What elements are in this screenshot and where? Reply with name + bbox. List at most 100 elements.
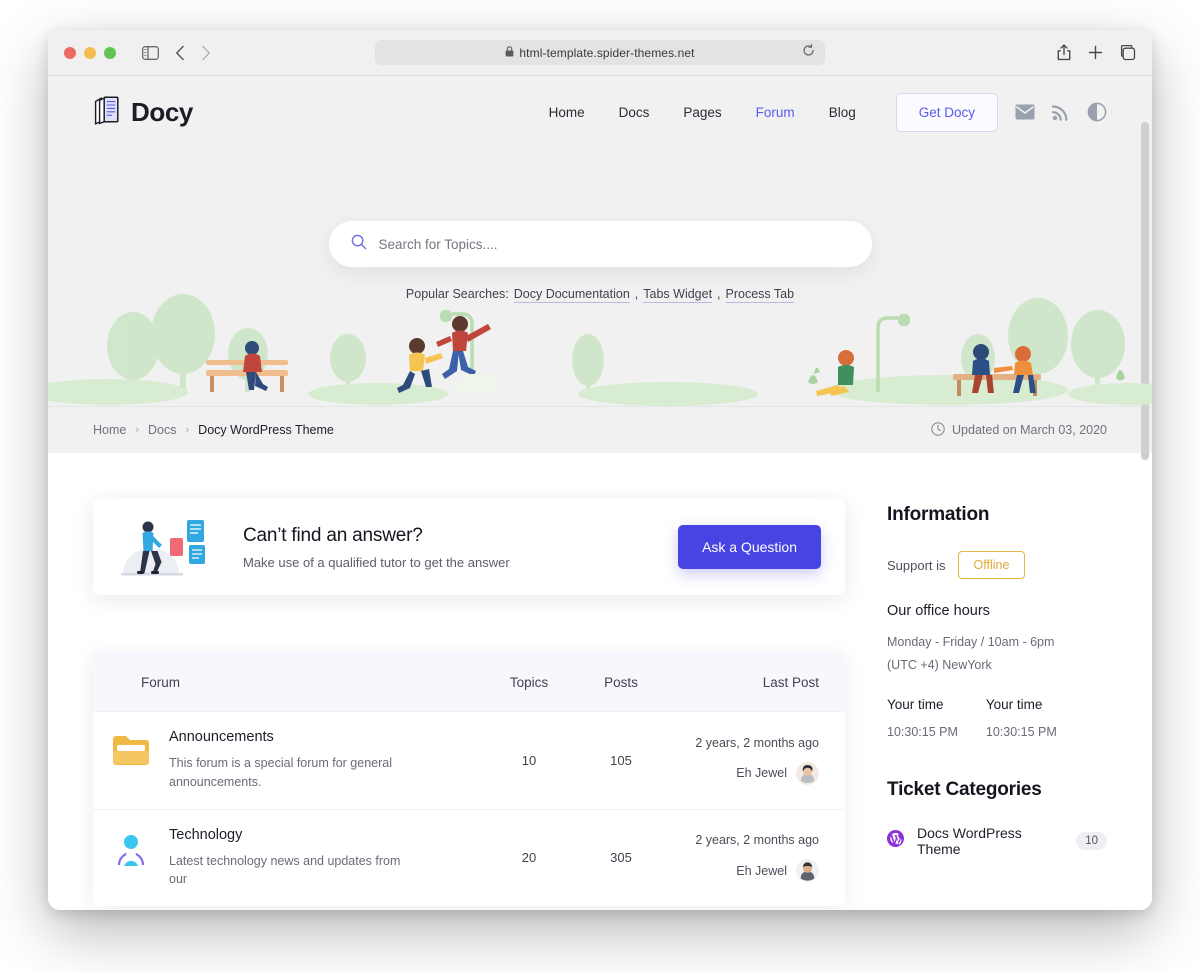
ask-a-question-button[interactable]: Ask a Question — [678, 525, 821, 569]
ask-question-card: Can’t find an answer? Make use of a qual… — [93, 499, 845, 595]
hero-section: Docy Home Docs Pages Forum Blog Get Docy — [48, 76, 1152, 406]
technology-icon — [111, 827, 151, 874]
window-controls — [64, 46, 116, 59]
maximize-window-button[interactable] — [104, 46, 116, 59]
forum-name[interactable]: Technology — [169, 827, 409, 843]
popular-searches: Popular Searches: Docy Documentation , T… — [406, 287, 795, 303]
url-text: html-template.spider-themes.net — [519, 45, 695, 60]
last-post-cell: 2 years, 2 months ago Eh Jewel — [667, 736, 845, 785]
nav-item-forum[interactable]: Forum — [756, 105, 795, 120]
last-post-author: Eh Jewel — [736, 761, 819, 785]
page-viewport: Docy Home Docs Pages Forum Blog Get Docy — [48, 76, 1152, 910]
browser-window: html-template.spider-themes.net Docy Hom… — [48, 30, 1152, 910]
popular-separator-1: , — [634, 287, 639, 301]
breadcrumb-separator-2: › — [185, 424, 190, 436]
nav-item-blog[interactable]: Blog — [829, 105, 856, 120]
docs-stack-icon — [93, 95, 121, 130]
forum-info: Technology Latest technology news and up… — [169, 827, 409, 890]
popular-separator-2: , — [717, 287, 721, 301]
main-nav: Home Docs Pages Forum Blog — [549, 105, 856, 120]
time-right-value: 10:30:15 PM — [985, 725, 1057, 740]
browser-toolbar: html-template.spider-themes.net — [48, 30, 1152, 76]
search-icon — [351, 234, 367, 255]
park-scene-illustration — [48, 294, 1152, 406]
last-post-time: 2 years, 2 months ago — [695, 735, 819, 750]
ask-question-subtitle: Make use of a qualified tutor to get the… — [243, 554, 510, 570]
time-right: Your time 10:30:15 PM — [986, 697, 1057, 739]
column-header-forum: Forum — [141, 674, 181, 690]
ask-question-title: Can’t find an answer? — [243, 524, 423, 546]
topics-count: 20 — [521, 850, 537, 866]
forum-name[interactable]: Announcements — [169, 729, 409, 745]
wordpress-icon — [887, 830, 904, 852]
topics-count: 10 — [521, 752, 537, 768]
ticket-category-name: Docs WordPress Theme — [917, 825, 1022, 858]
sidebar-toggle-icon[interactable] — [142, 45, 159, 60]
time-left: Your time 10:30:15 PM — [887, 697, 958, 739]
folder-icon — [111, 729, 151, 772]
office-hours-title: Our office hours — [887, 603, 990, 619]
breadcrumb-separator-1: › — [135, 424, 140, 436]
last-post-time: 2 years, 2 months ago — [695, 833, 819, 848]
avatar[interactable] — [796, 761, 819, 785]
nav-item-home[interactable]: Home — [549, 105, 585, 120]
time-left-label: Your time — [887, 697, 944, 713]
search-box[interactable] — [328, 221, 872, 267]
forum-table-header: Forum Topics Posts Last Post — [93, 653, 845, 711]
forum-table: Forum Topics Posts Last Post Announcemen… — [93, 653, 845, 906]
reload-icon[interactable] — [802, 43, 815, 62]
new-tab-icon[interactable] — [1088, 45, 1103, 60]
popular-search-link-2[interactable]: Tabs Widget — [643, 287, 713, 303]
forum-cell: Announcements This forum is a special fo… — [93, 729, 483, 792]
person-walking-illustration — [115, 512, 223, 583]
avatar[interactable] — [796, 859, 819, 883]
posts-count: 305 — [610, 850, 632, 866]
tab-overview-icon[interactable] — [1120, 44, 1136, 61]
close-window-button[interactable] — [64, 46, 76, 59]
address-bar-container: html-template.spider-themes.net — [48, 40, 1152, 65]
ticket-category-item[interactable]: Docs WordPress Theme 10 — [887, 825, 1107, 857]
forum-info: Announcements This forum is a special fo… — [169, 729, 409, 792]
last-post-author-name[interactable]: Eh Jewel — [736, 766, 787, 780]
last-post-cell: 2 years, 2 months ago Eh Jewel — [667, 833, 845, 883]
breadcrumb-item-home[interactable]: Home — [93, 423, 126, 437]
nav-item-docs[interactable]: Docs — [619, 105, 650, 120]
popular-search-link-1[interactable]: Docy Documentation — [513, 287, 630, 303]
forum-description: Latest technology news and updates from … — [169, 853, 401, 887]
search-input[interactable] — [378, 236, 850, 252]
support-label: Support is — [887, 557, 946, 573]
popular-search-link-3[interactable]: Process Tab — [725, 287, 795, 303]
mail-icon[interactable] — [1015, 104, 1035, 120]
updated-info: Updated on March 03, 2020 — [931, 421, 1107, 439]
time-zone-row: Your time 10:30:15 PM Your time 10:30:15… — [887, 697, 1107, 739]
table-row[interactable]: Announcements This forum is a special fo… — [93, 711, 845, 809]
address-bar[interactable]: html-template.spider-themes.net — [375, 40, 825, 65]
support-status-row: Support is Offline — [887, 551, 1107, 579]
clock-icon — [931, 421, 945, 439]
status-badge: Offline — [957, 551, 1026, 579]
share-icon[interactable] — [1057, 44, 1071, 61]
forum-description: This forum is a special forum for genera… — [169, 756, 393, 789]
minimize-window-button[interactable] — [84, 46, 96, 59]
breadcrumb-item-current: Docy WordPress Theme — [198, 423, 334, 437]
last-post-author-name[interactable]: Eh Jewel — [736, 864, 787, 878]
posts-count: 105 — [610, 752, 632, 768]
brand-logo[interactable]: Docy — [93, 95, 193, 130]
hero-search-zone: Popular Searches: Docy Documentation , T… — [48, 221, 1152, 303]
site-header: Docy Home Docs Pages Forum Blog Get Docy — [48, 76, 1152, 148]
main-column: Can’t find an answer? Make use of a qual… — [93, 499, 845, 910]
column-header-topics: Topics — [509, 674, 549, 690]
back-chevron-icon[interactable] — [175, 45, 185, 61]
ask-question-text: Can’t find an answer? Make use of a qual… — [243, 525, 510, 570]
last-post-author: Eh Jewel — [736, 859, 819, 883]
get-docy-button[interactable]: Get Docy — [895, 92, 998, 132]
contrast-toggle-icon[interactable] — [1087, 102, 1107, 122]
time-right-label: Your time — [985, 697, 1043, 713]
breadcrumb-item-docs[interactable]: Docs — [148, 423, 176, 437]
nav-item-pages[interactable]: Pages — [683, 105, 721, 120]
forward-chevron-icon[interactable] — [201, 45, 211, 61]
lock-icon — [505, 44, 514, 62]
rss-icon[interactable] — [1052, 103, 1070, 121]
table-row[interactable]: Technology Latest technology news and up… — [93, 808, 845, 907]
header-actions: Get Docy — [895, 92, 1107, 132]
